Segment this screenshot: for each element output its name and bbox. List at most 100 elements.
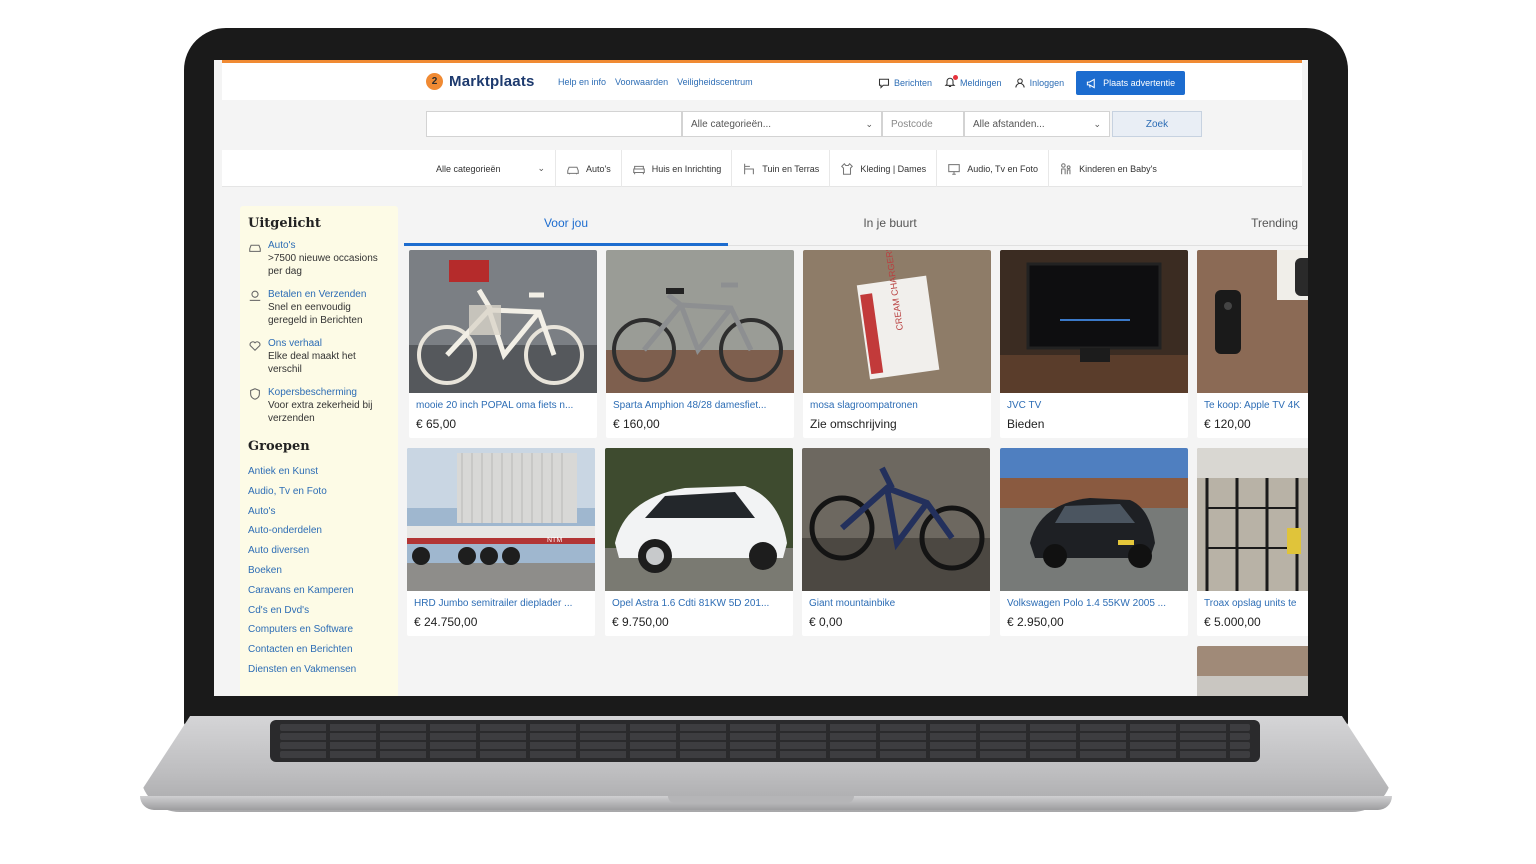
listing-price: Bieden: [1007, 417, 1045, 431]
listing-title[interactable]: Giant mountainbike: [809, 598, 985, 609]
listing-price: € 0,00: [809, 615, 843, 629]
group-link[interactable]: Computers en Software: [248, 620, 390, 640]
listing-title[interactable]: HRD Jumbo semitrailer dieplader ...: [414, 598, 590, 609]
category-home-label: Huis en Inrichting: [651, 163, 722, 174]
listing-card[interactable]: CREAM CHARGERS mosa slagroompatronen Zie…: [803, 250, 991, 438]
featured-title: Uitgelicht: [248, 216, 321, 231]
postcode-input[interactable]: Postcode: [882, 111, 964, 137]
safety-link[interactable]: Veiligheidscentrum: [677, 77, 753, 87]
search-bar: Alle categorieën... ⌄ Postcode Alle afst…: [222, 100, 1302, 150]
marktplaats-logo[interactable]: 2 Marktplaats: [426, 73, 535, 90]
featured-item[interactable]: Kopersbescherming Voor extra zekerheid b…: [248, 386, 390, 425]
messages-label: Berichten: [894, 78, 933, 88]
notifications-button[interactable]: Meldingen: [944, 75, 1002, 90]
featured-item-title[interactable]: Kopersbescherming: [268, 386, 390, 399]
group-link[interactable]: Antiek en Kunst: [248, 462, 390, 482]
payment-icon: [249, 290, 261, 301]
listing-image: CREAM CHARGERS: [803, 250, 991, 393]
couch-icon: [632, 165, 645, 174]
listing-card[interactable]: Giant mountainbike € 0,00: [802, 448, 990, 636]
listing-card[interactable]: JVC TV Bieden: [1000, 250, 1188, 438]
listing-price: € 65,00: [416, 417, 457, 431]
listing-price: € 24.750,00: [414, 615, 478, 629]
listing-price: € 5.000,00: [1204, 615, 1261, 629]
listing-image: [1197, 646, 1308, 696]
featured-item-title[interactable]: Betalen en Verzenden: [268, 288, 390, 301]
category-nav: Alle categorieën ⌄ Auto's Huis en Inrich…: [222, 150, 1302, 187]
featured-item-desc: Voor extra zekerheid bij verzenden: [268, 400, 373, 424]
category-home[interactable]: Huis en Inrichting: [622, 150, 733, 187]
category-garden[interactable]: Tuin en Terras: [732, 150, 831, 187]
heart-icon: [249, 341, 261, 351]
listing-card[interactable]: mooie 20 inch POPAL oma fiets n... € 65,…: [409, 250, 597, 438]
group-link[interactable]: Cd's en Dvd's: [248, 601, 390, 621]
featured-item[interactable]: Betalen en Verzenden Snel en eenvoudig g…: [248, 288, 390, 327]
top-links: Help en info Voorwaarden Veiligheidscent…: [558, 77, 753, 87]
tab-for-you[interactable]: Voor jou: [404, 206, 728, 246]
laptop-notch: [668, 796, 854, 803]
group-link[interactable]: Audio, Tv en Foto: [248, 482, 390, 502]
category-kids-label: Kinderen en Baby's: [1079, 163, 1157, 174]
tab-nearby[interactable]: In je buurt: [728, 206, 1052, 246]
listing-grid: mooie 20 inch POPAL oma fiets n... € 65,…: [407, 250, 1308, 696]
search-submit-button[interactable]: Zoek: [1112, 111, 1202, 137]
notification-dot: [953, 75, 959, 80]
group-link[interactable]: Boeken: [248, 561, 390, 581]
listing-card[interactable]: NTM HRD Jumbo semitrailer dieplader ... …: [407, 448, 595, 636]
category-clothing[interactable]: Kleding | Dames: [830, 150, 938, 187]
featured-item[interactable]: Auto's >7500 nieuwe occasions per dag: [248, 239, 390, 278]
browser-screen: 2 Marktplaats Help en info Voorwaarden V…: [214, 60, 1308, 696]
featured-item[interactable]: Ons verhaal Elke deal maakt het verschil: [248, 337, 390, 376]
tab-trending[interactable]: Trending: [1052, 206, 1308, 246]
help-link[interactable]: Help en info: [558, 77, 606, 87]
all-categories-label: Alle categorieën: [436, 163, 501, 174]
listing-price: € 9.750,00: [612, 615, 669, 629]
terms-link[interactable]: Voorwaarden: [615, 77, 668, 87]
kids-icon: [1061, 162, 1071, 174]
group-link[interactable]: Auto-onderdelen: [248, 521, 390, 541]
featured-item-title[interactable]: Auto's: [268, 239, 390, 252]
place-ad-button[interactable]: Plaats advertentie: [1076, 71, 1186, 95]
listing-card[interactable]: Te koop: Apple TV 4K € 120,00: [1197, 250, 1308, 438]
listing-card[interactable]: Opel Astra 1.6 Cdti 81KW 5D 201... € 9.7…: [605, 448, 793, 636]
listing-title[interactable]: Opel Astra 1.6 Cdti 81KW 5D 201...: [612, 598, 788, 609]
listing-card[interactable]: Volkswagen Polo 1.4 55KW 2005 ... € 2.95…: [1000, 448, 1188, 636]
listing-title[interactable]: Troax opslag units te: [1204, 598, 1308, 609]
listing-image: [1197, 250, 1308, 393]
listing-title[interactable]: Volkswagen Polo 1.4 55KW 2005 ...: [1007, 598, 1183, 609]
listing-title[interactable]: mooie 20 inch POPAL oma fiets n...: [416, 400, 592, 411]
featured-item-title[interactable]: Ons verhaal: [268, 337, 390, 350]
messages-button[interactable]: Berichten: [878, 77, 932, 89]
listing-title[interactable]: Te koop: Apple TV 4K: [1204, 400, 1308, 411]
group-link[interactable]: Caravans en Kamperen: [248, 581, 390, 601]
featured-item-desc: >7500 nieuwe occasions per dag: [268, 253, 378, 277]
category-audio-tv[interactable]: Audio, Tv en Foto: [937, 150, 1050, 187]
listing-price: € 160,00: [613, 417, 660, 431]
all-categories-dropdown[interactable]: Alle categorieën ⌄: [426, 150, 556, 187]
listing-card[interactable]: Troax opslag units te € 5.000,00: [1197, 448, 1308, 636]
listing-title[interactable]: JVC TV: [1007, 400, 1183, 411]
listing-image: [802, 448, 990, 591]
listing-title[interactable]: Sparta Amphion 48/28 damesfiet...: [613, 400, 789, 411]
top-header: 2 Marktplaats Help en info Voorwaarden V…: [222, 60, 1302, 100]
listing-card[interactable]: Sparta Amphion 48/28 damesfiet... € 160,…: [606, 250, 794, 438]
search-input[interactable]: [426, 111, 682, 137]
distance-select-value: Alle afstanden...: [973, 118, 1045, 130]
group-link[interactable]: Diensten en Vakmensen: [248, 660, 390, 680]
category-garden-label: Tuin en Terras: [762, 163, 820, 174]
top-actions: Berichten Meldingen Inloggen Plaats adve…: [878, 71, 1186, 95]
listing-price: Zie omschrijving: [810, 417, 897, 431]
category-cars[interactable]: Auto's: [556, 150, 622, 187]
logo-badge: 2: [426, 73, 443, 90]
login-button[interactable]: Inloggen: [1014, 77, 1064, 89]
group-link[interactable]: Contacten en Berichten: [248, 640, 390, 660]
distance-select[interactable]: Alle afstanden... ⌄: [964, 111, 1110, 137]
group-link[interactable]: Auto diversen: [248, 541, 390, 561]
shield-icon: [250, 388, 260, 400]
category-kids[interactable]: Kinderen en Baby's: [1049, 150, 1167, 187]
category-select[interactable]: Alle categorieën... ⌄: [682, 111, 882, 137]
listing-title[interactable]: mosa slagroompatronen: [810, 400, 986, 411]
car-icon: [567, 166, 579, 174]
group-link[interactable]: Auto's: [248, 502, 390, 522]
listing-card[interactable]: [1197, 646, 1308, 696]
